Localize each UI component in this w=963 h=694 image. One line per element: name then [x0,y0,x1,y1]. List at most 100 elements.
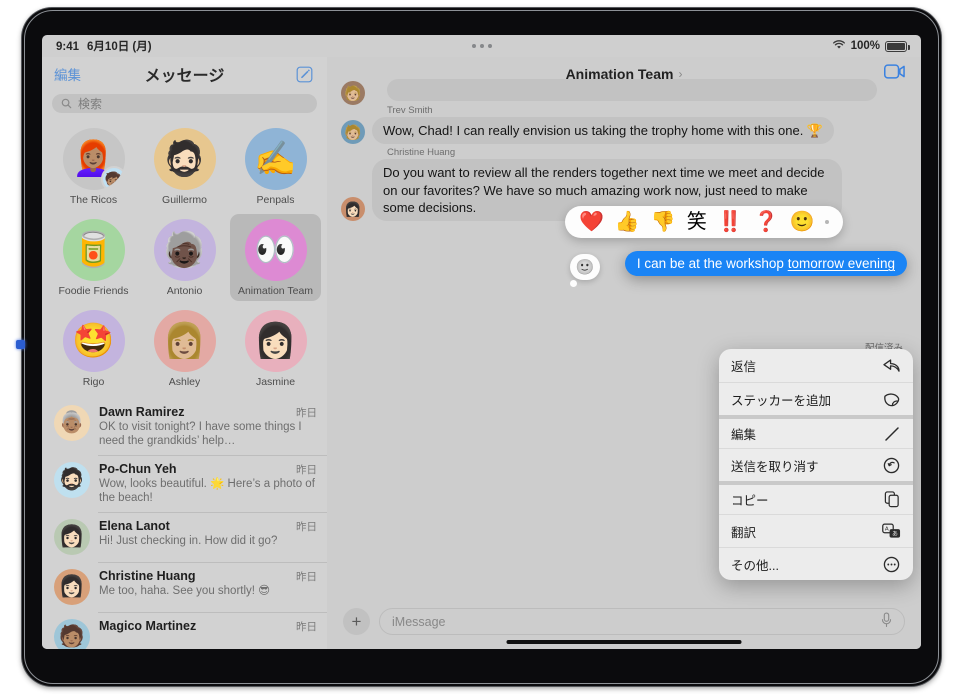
context-menu-label: 返信 [731,360,757,374]
tapback-option-3[interactable]: 笑 [687,212,707,232]
avatar-glyph: 👩🏼 [163,322,206,360]
conversation-timestamp: 昨日 [296,621,317,634]
avatar-secondary: 🧒🏽 [100,166,125,190]
microphone-icon[interactable] [881,612,892,631]
pinned-conversation-rigo[interactable]: 🤩 Rigo [48,305,139,392]
status-bar-right: 100% [832,39,910,53]
conversation-list-item[interactable]: 🧔🏻 Po-Chun Yeh 昨日 Wow, looks beautiful. 🌟 H… [42,455,327,512]
pinned-label: Foodie Friends [58,285,129,297]
conversation-timestamp: 昨日 [296,571,317,584]
svg-text:A: A [885,527,889,533]
imessage-placeholder: iMessage [392,614,446,629]
pinned-conversation-animation-team[interactable]: 👀 Animation Team [230,214,321,301]
message-input-bar: + iMessage [327,608,921,635]
avatar-glyph: 👩🏻 [58,575,86,599]
pinned-label: Rigo [82,376,105,388]
tapback-option-4[interactable]: ‼️ [718,212,743,232]
pinned-conversation-the-ricos[interactable]: 👩🏽‍🦰 🧒🏽 The Ricos [48,123,139,210]
msg-text-before: I can be at the workshop [636,256,788,271]
compose-icon[interactable] [296,66,313,83]
tapback-option-2[interactable]: 👎 [651,212,676,232]
avatar: 🧔🏻 [54,462,90,499]
edit-button[interactable]: 編集 [54,64,81,84]
tapback-option-5[interactable]: ❓ [754,212,779,232]
tapback-option-1[interactable]: 👍 [615,212,640,232]
context-menu-item-ellipsis-circle[interactable]: その他... [719,547,913,580]
context-menu-label: その他... [731,558,779,573]
avatar-glyph: 🧑🏽 [58,625,86,649]
add-attachment-button[interactable]: + [343,608,370,635]
conversation-timestamp: 昨日 [296,464,317,477]
message-bubble[interactable]: Wow, Chad! I can really envision us taki… [372,117,835,145]
more-dot-icon[interactable] [825,220,830,224]
conversation-list-item[interactable]: 👩🏻 Christine Huang 昨日 Me too, haha. See you… [42,562,327,612]
avatar-glyph: 🥫 [72,231,115,269]
avatar-glyph: 👩🏻 [344,200,362,217]
avatar-glyph: 🤩 [72,322,115,360]
pinned-conversation-foodie-friends[interactable]: 🥫 Foodie Friends [48,214,139,301]
context-menu-label: コピー [731,494,769,508]
tapback-option-6[interactable]: 🙂 [790,212,815,232]
context-menu-item-undo-send[interactable]: 送信を取り消す [719,448,913,481]
pinned-conversation-jasmine[interactable]: 👩🏻 Jasmine [230,305,321,392]
emoji-smiley-bubble-icon[interactable]: 🙂 [570,254,600,287]
battery-percent: 100% [850,40,880,52]
conversation-name: Magico Martinez [99,619,197,634]
status-time: 9:41 [56,41,80,53]
avatar: 🧑🏼 [341,120,365,145]
context-menu-item-reply-arrow[interactable]: 返信 [719,349,913,382]
pinned-conversation-antonio[interactable]: 🧓🏿 Antonio [139,214,230,301]
tapback-option-0[interactable]: ❤️ [579,212,604,232]
battery-full-icon [885,40,910,52]
multitask-dots-icon[interactable] [471,44,492,48]
context-menu-item-copy[interactable]: コピー [719,481,913,514]
pinned-conversation-ashley[interactable]: 👩🏼 Ashley [139,305,230,392]
pinned-label: The Ricos [69,194,118,206]
pinned-conversations-grid: 👩🏽‍🦰 🧒🏽 The Ricos 🧔🏻 Guillermo ✍️ Penpals 🥫 Food… [42,123,327,392]
sidebar-header: 編集 メッセージ [42,57,327,91]
avatar: 👀 [244,219,307,281]
message-thread: 🧑🏼 Trev Smith 🧑🏼 Wow, Chad! I can really e… [327,79,921,611]
avatar-glyph: 🧔🏻 [163,140,206,178]
status-bar-left: 9:41 6月10日 (月) [56,38,152,54]
message-sender: Trev Smith [387,105,433,116]
ipad-screen: 9:41 6月10日 (月) 100% 編集 メッセージ [42,35,921,649]
conversation-body: Dawn Ramirez 昨日 OK to visit tonight? I hav… [99,405,317,448]
facetime-video-icon[interactable] [884,64,905,84]
conversation-list-item[interactable]: 👩🏻 Elena Lanot 昨日 Hi! Just checking in. How… [42,512,327,562]
pinned-label: Ashley [168,376,201,388]
tapback-reaction-bar[interactable]: ❤️ 👍 👎 笑 ‼️ ❓ 🙂 [565,206,844,238]
message-context-menu[interactable]: 返信ステッカーを追加 編集 送信を取り消すコピー翻訳 A あその他... [719,349,913,580]
reply-arrow-icon [882,356,901,375]
avatar-glyph: 🧑🏼 [344,123,362,140]
messages-sidebar: 編集 メッセージ 検索 👩🏽‍🦰 🧒🏽 The Ricos 🧔🏻 Guillermo ✍️… [42,57,327,649]
pinned-label: Animation Team [237,285,314,297]
avatar-glyph: 👀 [254,231,297,269]
conversation-timestamp: 昨日 [296,407,317,419]
imessage-input[interactable]: iMessage [379,608,905,635]
home-indicator [506,640,742,644]
conversation-header: Dawn Ramirez 昨日 [99,405,317,420]
context-menu-item-sticker-add[interactable]: ステッカーを追加 [719,382,913,415]
search-input[interactable]: 検索 [52,94,317,113]
msg-text-underlined: tomorrow evening [787,256,895,271]
avatar: 👩🏻 [244,310,307,372]
pinned-conversation-penpals[interactable]: ✍️ Penpals [230,123,321,210]
conversation-name: Christine Huang [99,569,196,584]
pinned-label: Guillermo [162,194,207,206]
pinned-conversation-guillermo[interactable]: 🧔🏻 Guillermo [139,123,230,210]
conversation-body: Christine Huang 昨日 Me too, haha. See you s… [99,569,317,605]
avatar-glyph: 🧓🏿 [163,231,206,269]
selected-message-bubble[interactable]: I can be at the workshop tomorrow evenin… [624,251,907,276]
avatar: 👩🏻 [54,569,90,606]
context-menu-item-translate[interactable]: 翻訳 A あ [719,514,913,547]
conversation-list-item[interactable]: 👵🏽 Dawn Ramirez 昨日 OK to visit tonight? I h… [42,398,327,455]
conversation-list-item[interactable]: 🧑🏽 Magico Martinez 昨日 [42,612,327,649]
pencil-edit-icon [882,424,901,443]
conversation-name: Dawn Ramirez [99,405,185,419]
copy-icon [882,490,901,509]
context-menu-item-pencil-edit[interactable]: 編集 [719,415,913,448]
pinned-label: Jasmine [255,376,296,388]
conversation-name: Po-Chun Yeh [99,462,177,477]
smiley-glyph: 🙂 [575,258,595,276]
